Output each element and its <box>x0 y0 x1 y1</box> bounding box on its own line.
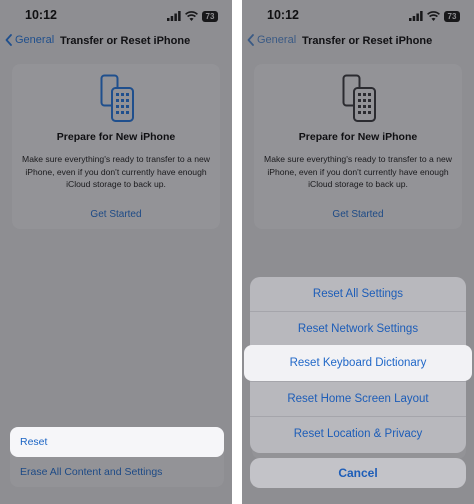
cancel-button[interactable]: Cancel <box>250 458 466 488</box>
reset-all-settings-option[interactable]: Reset All Settings <box>250 277 466 312</box>
status-icons: 73 <box>167 10 218 22</box>
status-bar: 10:12 73 <box>242 8 474 24</box>
wifi-icon <box>185 11 198 21</box>
page-title: Transfer or Reset iPhone <box>302 35 433 47</box>
reset-keyboard-dictionary-option[interactable]: Reset Keyboard Dictionary <box>244 345 472 381</box>
back-button[interactable]: General <box>247 34 296 46</box>
back-label: General <box>257 34 297 46</box>
card-description: Make sure everything's ready to transfer… <box>264 154 452 189</box>
card-title: Prepare for New iPhone <box>298 131 418 143</box>
iphone-transfer-icon <box>100 74 134 122</box>
reset-location-privacy-option[interactable]: Reset Location & Privacy <box>250 417 466 452</box>
prepare-card: Prepare for New iPhone Make sure everyth… <box>254 64 462 229</box>
reset-item[interactable]: Reset <box>10 427 224 457</box>
chevron-left-icon <box>247 34 254 46</box>
reset-network-settings-option[interactable]: Reset Network Settings <box>250 312 466 347</box>
reset-options-list: Reset Erase All Content and Settings <box>10 427 224 487</box>
status-time: 10:12 <box>267 8 299 22</box>
reset-home-screen-layout-option[interactable]: Reset Home Screen Layout <box>250 382 466 417</box>
back-button[interactable]: General <box>5 34 54 46</box>
iphone-transfer-icon <box>342 74 376 122</box>
battery-indicator: 73 <box>444 10 460 22</box>
card-description: Make sure everything's ready to transfer… <box>22 154 210 189</box>
right-phone-screen: 10:12 73 General Transfer or Reset iPhon… <box>242 0 474 504</box>
get-started-link[interactable]: Get Started <box>12 209 220 220</box>
chevron-left-icon <box>5 34 12 46</box>
signal-icon <box>409 11 423 21</box>
prepare-card: Prepare for New iPhone Make sure everyth… <box>12 64 220 229</box>
get-started-link[interactable]: Get Started <box>254 209 462 220</box>
status-time: 10:12 <box>25 8 57 22</box>
page-title: Transfer or Reset iPhone <box>60 35 191 47</box>
back-label: General <box>15 34 55 46</box>
wifi-icon <box>427 11 440 21</box>
battery-indicator: 73 <box>202 10 218 22</box>
signal-icon <box>167 11 181 21</box>
left-phone-screen: 10:12 73 General Transfer or Reset iPhon… <box>0 0 232 504</box>
erase-all-content-item[interactable]: Erase All Content and Settings <box>10 457 224 487</box>
navigation-bar: General Transfer or Reset iPhone <box>242 34 474 52</box>
navigation-bar: General Transfer or Reset iPhone <box>0 34 232 52</box>
status-bar: 10:12 73 <box>0 8 232 24</box>
card-title: Prepare for New iPhone <box>56 131 176 143</box>
status-icons: 73 <box>409 10 460 22</box>
